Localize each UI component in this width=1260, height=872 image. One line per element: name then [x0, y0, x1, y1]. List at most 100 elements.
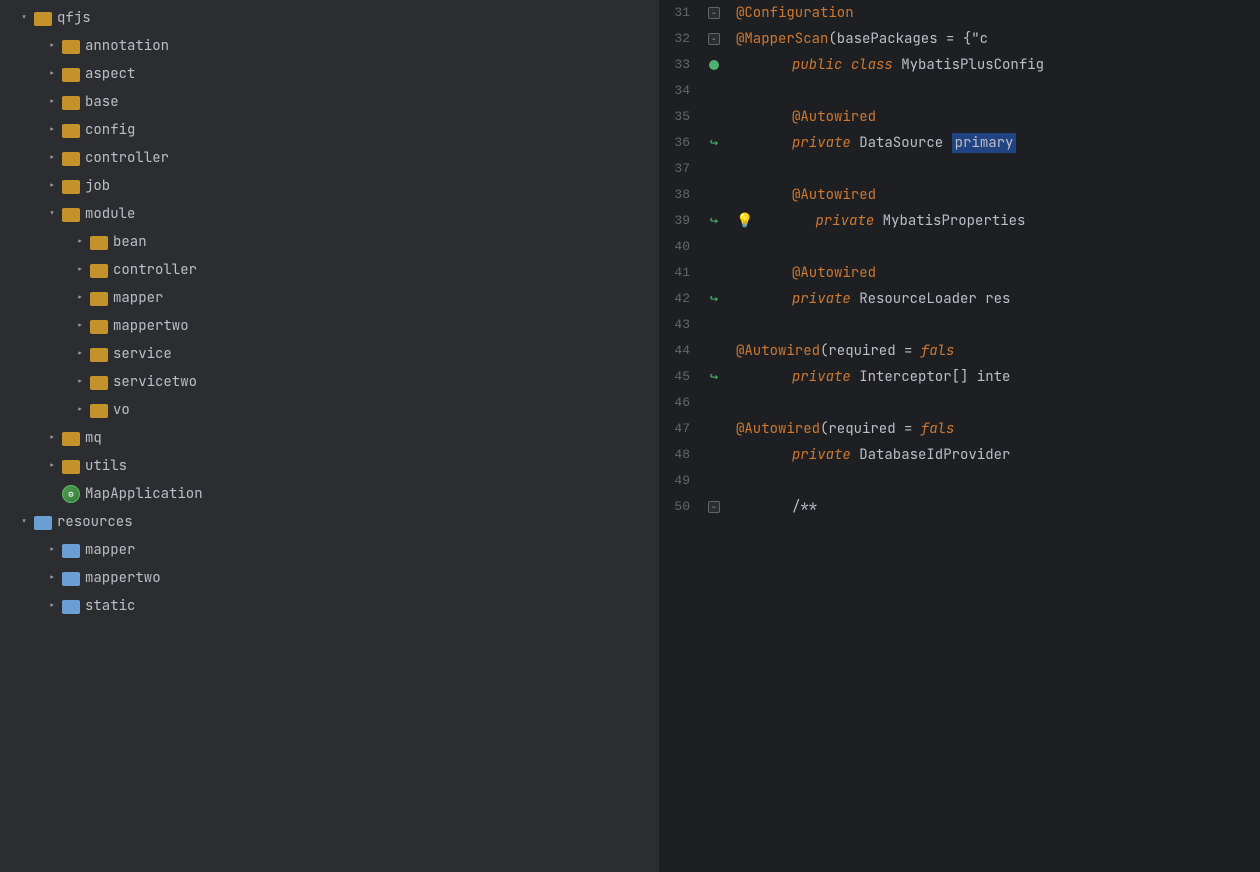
tree-label-bean: bean: [113, 233, 147, 251]
annotation-token: @Autowired: [736, 342, 820, 360]
code-line-41: @Autowired: [736, 260, 1260, 286]
chevron-mappertwo[interactable]: ▸: [72, 318, 88, 334]
fold-minus-icon[interactable]: −: [708, 33, 720, 45]
tree-item-aspect[interactable]: ▸aspect: [0, 60, 659, 88]
tree-label-resources: resources: [57, 513, 133, 531]
code-line-48: private DatabaseIdProvider: [736, 442, 1260, 468]
line-num-40: 40: [660, 234, 700, 260]
folder-icon-servicetwo: [90, 376, 108, 390]
tree-label-vo: vo: [113, 401, 130, 419]
chevron-servicetwo[interactable]: ▸: [72, 374, 88, 390]
plain-token: Interceptor[] inte: [851, 368, 1011, 386]
tree-item-mq[interactable]: ▸mq: [0, 424, 659, 452]
git-arrow-icon: ↪: [710, 292, 718, 306]
classname-token: MybatisPlusConfig: [901, 56, 1044, 74]
tree-item-mappertwo[interactable]: ▸mappertwo: [0, 312, 659, 340]
chevron-job[interactable]: ▸: [44, 178, 60, 194]
file-tree[interactable]: ▾qfjs▸annotation▸aspect▸base▸config▸cont…: [0, 0, 660, 872]
code-line-42: private ResourceLoader res: [736, 286, 1260, 312]
tree-item-utils[interactable]: ▸ utils: [0, 452, 659, 480]
folder-icon-r-static: [62, 600, 80, 614]
chevron-m-controller[interactable]: ▸: [72, 262, 88, 278]
tree-item-r-static[interactable]: ▸static: [0, 592, 659, 620]
bulb-icon[interactable]: 💡: [736, 212, 753, 230]
chevron-qfjs[interactable]: ▾: [16, 10, 32, 26]
gutter-37: [700, 156, 728, 182]
tree-item-qfjs[interactable]: ▾qfjs: [0, 4, 659, 32]
chevron-r-static[interactable]: ▸: [44, 598, 60, 614]
chevron-vo[interactable]: ▸: [72, 402, 88, 418]
tree-label-module: module: [85, 205, 135, 223]
keyword-token: private: [792, 368, 851, 386]
chevron-bean[interactable]: ▸: [72, 234, 88, 250]
code-line-49: [736, 468, 1260, 494]
tree-item-controller[interactable]: ▸ controller: [0, 144, 659, 172]
tree-label-job: job: [85, 177, 110, 195]
folder-icon-module: [62, 208, 80, 222]
line-num-42: 42: [660, 286, 700, 312]
tree-item-bean[interactable]: ▸ bean: [0, 228, 659, 256]
tree-item-servicetwo[interactable]: ▸servicetwo: [0, 368, 659, 396]
chevron-service[interactable]: ▸: [72, 346, 88, 362]
line-num-34: 34: [660, 78, 700, 104]
highlight-token: primary: [952, 133, 1017, 153]
chevron-utils[interactable]: ▸: [44, 458, 60, 474]
chevron-r-mappertwo[interactable]: ▸: [44, 570, 60, 586]
gutter-col: −−↪↪↪↪−: [700, 0, 728, 872]
chevron-config[interactable]: ▸: [44, 122, 60, 138]
chevron-resources[interactable]: ▾: [16, 514, 32, 530]
folder-icon-mapper: [90, 292, 108, 306]
chevron-mq[interactable]: ▸: [44, 430, 60, 446]
code-line-34: [736, 78, 1260, 104]
tree-item-job[interactable]: ▸ job: [0, 172, 659, 200]
chevron-annotation[interactable]: ▸: [44, 38, 60, 54]
folder-icon-resources: [34, 516, 52, 530]
plain-token: ResourceLoader res: [851, 290, 1011, 308]
line-num-33: 33: [660, 52, 700, 78]
tree-label-utils: utils: [85, 457, 127, 475]
tree-item-service[interactable]: ▸service: [0, 340, 659, 368]
chevron-aspect[interactable]: ▸: [44, 66, 60, 82]
chevron-r-mapper[interactable]: ▸: [44, 542, 60, 558]
gutter-49: [700, 468, 728, 494]
line-num-39: 39: [660, 208, 700, 234]
annotation-token: @Autowired: [792, 186, 876, 204]
tree-item-MapApplication[interactable]: ⚙MapApplication: [0, 480, 659, 508]
annotation-token: @MapperScan: [736, 30, 828, 48]
tree-item-module[interactable]: ▾ module: [0, 200, 659, 228]
tree-item-mapper[interactable]: ▸mapper: [0, 284, 659, 312]
gutter-34: [700, 78, 728, 104]
tree-item-annotation[interactable]: ▸annotation: [0, 32, 659, 60]
folder-icon-aspect: [62, 68, 80, 82]
tree-label-controller: controller: [85, 149, 169, 167]
chevron-mapper[interactable]: ▸: [72, 290, 88, 306]
code-content: 3132333435363738394041424344454647484950…: [660, 0, 1260, 872]
code-line-40: [736, 234, 1260, 260]
git-arrow-icon: ↪: [710, 214, 718, 228]
gutter-48: [700, 442, 728, 468]
tree-item-r-mapper[interactable]: ▸mapper: [0, 536, 659, 564]
chevron-controller[interactable]: ▸: [44, 150, 60, 166]
code-line-44: @Autowired(required = fals: [736, 338, 1260, 364]
gutter-50: −: [700, 494, 728, 520]
fold-minus-icon[interactable]: −: [708, 7, 720, 19]
line-num-43: 43: [660, 312, 700, 338]
tree-item-base[interactable]: ▸base: [0, 88, 659, 116]
gutter-47: [700, 416, 728, 442]
line-num-36: 36: [660, 130, 700, 156]
folder-icon-utils: [62, 460, 80, 474]
tree-item-resources[interactable]: ▾ resources: [0, 508, 659, 536]
line-num-46: 46: [660, 390, 700, 416]
tree-item-m-controller[interactable]: ▸controller: [0, 256, 659, 284]
tree-item-r-mappertwo[interactable]: ▸mappertwo: [0, 564, 659, 592]
chevron-module[interactable]: ▾: [44, 206, 60, 222]
gutter-42: ↪: [700, 286, 728, 312]
plain-token: (required =: [820, 342, 921, 360]
fold-minus-icon[interactable]: −: [708, 501, 720, 513]
tree-item-vo[interactable]: ▸ vo: [0, 396, 659, 424]
tree-item-config[interactable]: ▸config: [0, 116, 659, 144]
chevron-MapApplication[interactable]: [44, 486, 60, 502]
keyword-token: private: [792, 446, 851, 464]
keyword-token: private: [792, 134, 851, 152]
chevron-base[interactable]: ▸: [44, 94, 60, 110]
